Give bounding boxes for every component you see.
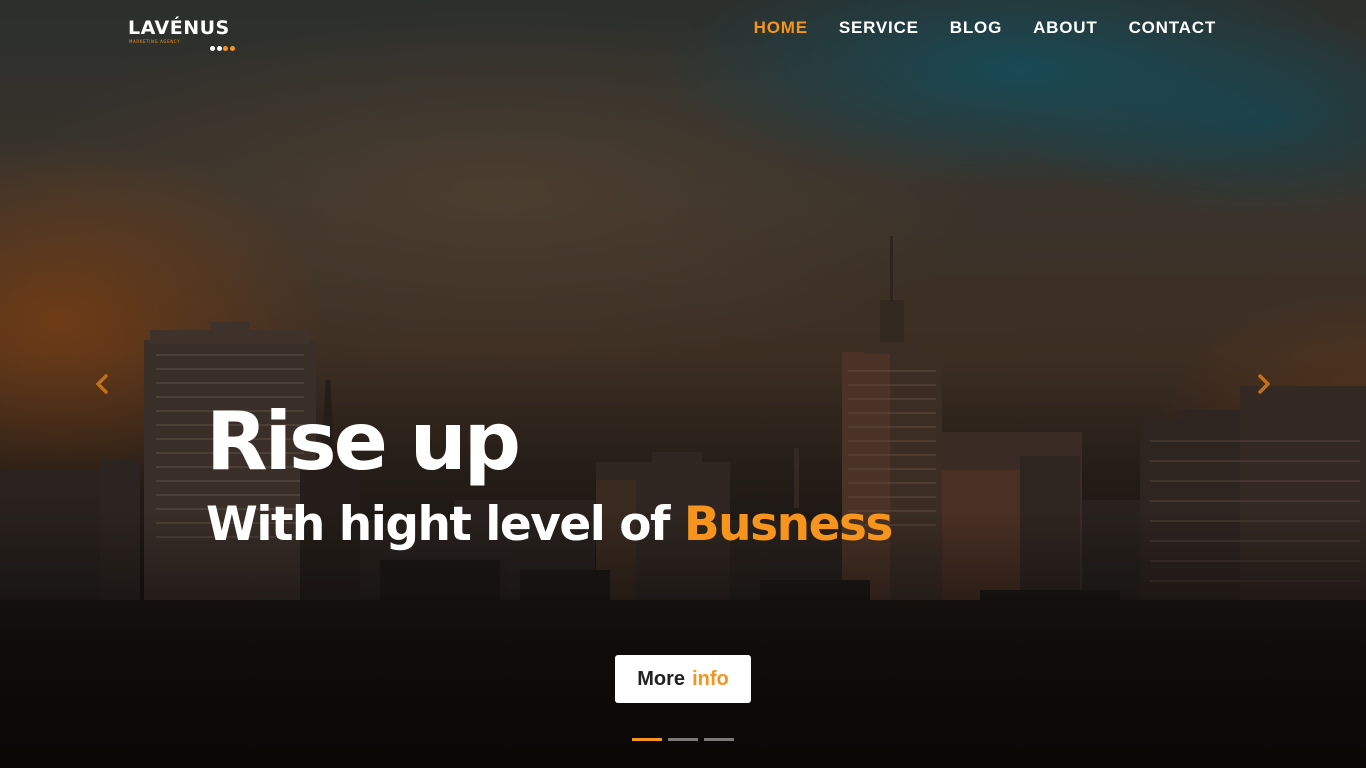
brand-tagline: MARKETING AGENCY bbox=[129, 39, 181, 44]
hero-headline: Rise up bbox=[206, 395, 521, 488]
chevron-right-icon bbox=[1258, 374, 1270, 394]
nav-item-about[interactable]: ABOUT bbox=[1033, 18, 1097, 38]
carousel-indicator-2[interactable] bbox=[668, 738, 698, 741]
carousel-indicators bbox=[632, 738, 740, 741]
carousel-indicator-3[interactable] bbox=[704, 738, 734, 741]
cta-label-primary: More bbox=[637, 667, 686, 690]
nav-item-service[interactable]: SERVICE bbox=[839, 18, 919, 38]
carousel-next-button[interactable] bbox=[1254, 372, 1274, 396]
carousel-prev-button[interactable] bbox=[92, 372, 112, 396]
nav-item-contact[interactable]: CONTACT bbox=[1129, 18, 1216, 38]
nav-item-blog[interactable]: BLOG bbox=[950, 18, 1002, 38]
logo-dots-icon bbox=[210, 38, 236, 51]
hero-carousel: LAVÉNUS MARKETING AGENCY HOME SERVICE BL… bbox=[0, 0, 1366, 768]
cta-label-highlight: info bbox=[692, 667, 729, 690]
brand-logo[interactable]: LAVÉNUS MARKETING AGENCY bbox=[128, 17, 252, 51]
subheadline-text: With hight level of bbox=[206, 497, 670, 552]
subheadline-highlight: Busness bbox=[683, 497, 894, 552]
main-nav: HOME SERVICE BLOG ABOUT CONTACT bbox=[723, 18, 1216, 38]
nav-item-home[interactable]: HOME bbox=[754, 18, 808, 38]
chevron-left-icon bbox=[96, 374, 108, 394]
more-info-button[interactable]: More info bbox=[615, 655, 751, 703]
carousel-indicator-1[interactable] bbox=[632, 738, 662, 741]
hero-subheadline: With hight level of Busness bbox=[206, 495, 894, 555]
brand-name: LAVÉNUS bbox=[128, 17, 230, 39]
